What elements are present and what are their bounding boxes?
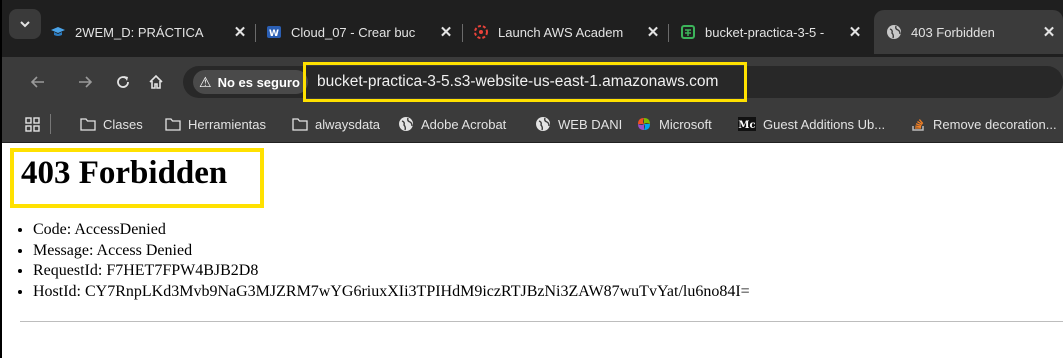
apps-grid-icon: [25, 116, 40, 132]
apps-button[interactable]: [25, 106, 40, 142]
tab-bucket[interactable]: bucket-practica-3-5 - ✕: [680, 10, 865, 54]
microsoft-icon: [636, 116, 652, 132]
warning-icon: ⚠: [199, 73, 212, 90]
bookmark-label: WEB DANI: [558, 116, 623, 132]
folder-icon: [292, 117, 308, 131]
list-item: HostId: CY7RnpLKd3Mvb9NaG3MJZRM7wYG6riux…: [33, 282, 750, 303]
svg-text:Mc: Mc: [738, 120, 755, 131]
arrow-left-icon: [30, 76, 44, 88]
tab-title: 403 Forbidden: [911, 24, 995, 40]
tab-2wem[interactable]: 2WEM_D: PRÁCTICA ✕: [50, 10, 250, 54]
tab-title: 2WEM_D: PRÁCTICA: [75, 24, 204, 40]
bookmark-label: Guest Additions Ub...: [763, 116, 886, 132]
bookmark-alwaysdata[interactable]: alwaysdata: [292, 106, 380, 142]
home-icon: [149, 74, 163, 89]
hat-icon: [50, 24, 66, 40]
folder-icon: [80, 117, 96, 131]
close-icon[interactable]: ✕: [436, 23, 456, 41]
tab-strip: 2WEM_D: PRÁCTICA ✕ W Cloud_07 - Crear bu…: [0, 0, 1063, 57]
close-icon[interactable]: ✕: [230, 23, 250, 41]
back-button[interactable]: [26, 70, 50, 94]
security-label: No es seguro: [217, 74, 300, 90]
bookmark-label: Clases: [103, 116, 143, 132]
list-item: Message: Access Denied: [33, 241, 750, 262]
bookmark-microsoft[interactable]: Microsoft: [636, 106, 712, 142]
svg-text:W: W: [269, 29, 279, 39]
forward-button[interactable]: [73, 70, 97, 94]
close-icon[interactable]: ✕: [1039, 23, 1059, 41]
tab-title: Cloud_07 - Crear buc: [291, 24, 416, 40]
list-item: Code: AccessDenied: [33, 220, 750, 241]
bookmark-label: Herramientas: [188, 116, 267, 132]
bookmark-label: Adobe Acrobat: [421, 116, 507, 132]
reload-icon: [117, 76, 129, 88]
globe-icon: [535, 116, 551, 132]
tab-cloud07[interactable]: W Cloud_07 - Crear buc ✕: [266, 10, 456, 54]
tab-title: Launch AWS Academ: [498, 24, 624, 40]
chevron-down-icon: [20, 21, 30, 28]
security-indicator[interactable]: ⚠ No es seguro: [193, 70, 308, 94]
tab-aws-academy[interactable]: Launch AWS Academ ✕: [473, 10, 663, 54]
list-item: RequestId: F7HET7FPW4BJB2D8: [33, 261, 750, 282]
close-icon[interactable]: ✕: [643, 23, 663, 41]
bookmark-guest-additions[interactable]: Mc Guest Additions Ub...: [738, 106, 885, 142]
bookmark-clases[interactable]: Clases: [80, 106, 143, 142]
page-title: 403 Forbidden: [21, 155, 228, 191]
bookmarks-bar: Clases Herramientas alwaysdata Adobe Acr…: [0, 106, 1063, 143]
stackoverflow-icon: [910, 116, 926, 132]
tab-separator: [462, 24, 463, 42]
tab-separator: [255, 24, 256, 42]
tab-search-button[interactable]: [9, 9, 41, 39]
tab-403-forbidden[interactable]: 403 Forbidden ✕: [874, 10, 1063, 54]
bookmark-remove-decoration[interactable]: Remove decoration...: [910, 106, 1057, 142]
mc-icon: Mc: [738, 117, 756, 131]
globe-icon: [398, 116, 414, 132]
folder-icon: [165, 117, 181, 131]
bookmark-label: Remove decoration...: [933, 116, 1057, 132]
error-details-list: Code: AccessDenied Message: Access Denie…: [20, 220, 750, 302]
sheets-icon: [680, 24, 696, 40]
tab-separator: [668, 24, 669, 42]
home-button[interactable]: [144, 70, 168, 94]
globe-icon: [886, 24, 902, 40]
bookmark-adobe-acrobat[interactable]: Adobe Acrobat: [398, 106, 506, 142]
bookmark-web-dani[interactable]: WEB DANI: [535, 106, 622, 142]
url-text[interactable]: bucket-practica-3-5.s3-website-us-east-1…: [303, 62, 747, 102]
aws-academy-icon: [473, 24, 489, 40]
tab-title: bucket-practica-3-5 -: [705, 24, 825, 40]
window-edge: [0, 0, 2, 358]
reload-button[interactable]: [111, 70, 135, 94]
close-icon[interactable]: ✕: [845, 23, 865, 41]
arrow-right-icon: [79, 76, 93, 88]
word-icon: W: [266, 24, 282, 40]
horizontal-rule: [20, 321, 1063, 322]
bookmarks-separator: [50, 114, 51, 134]
bookmark-label: alwaysdata: [315, 116, 381, 132]
bookmark-label: Microsoft: [659, 116, 712, 132]
bookmark-herramientas[interactable]: Herramientas: [165, 106, 266, 142]
